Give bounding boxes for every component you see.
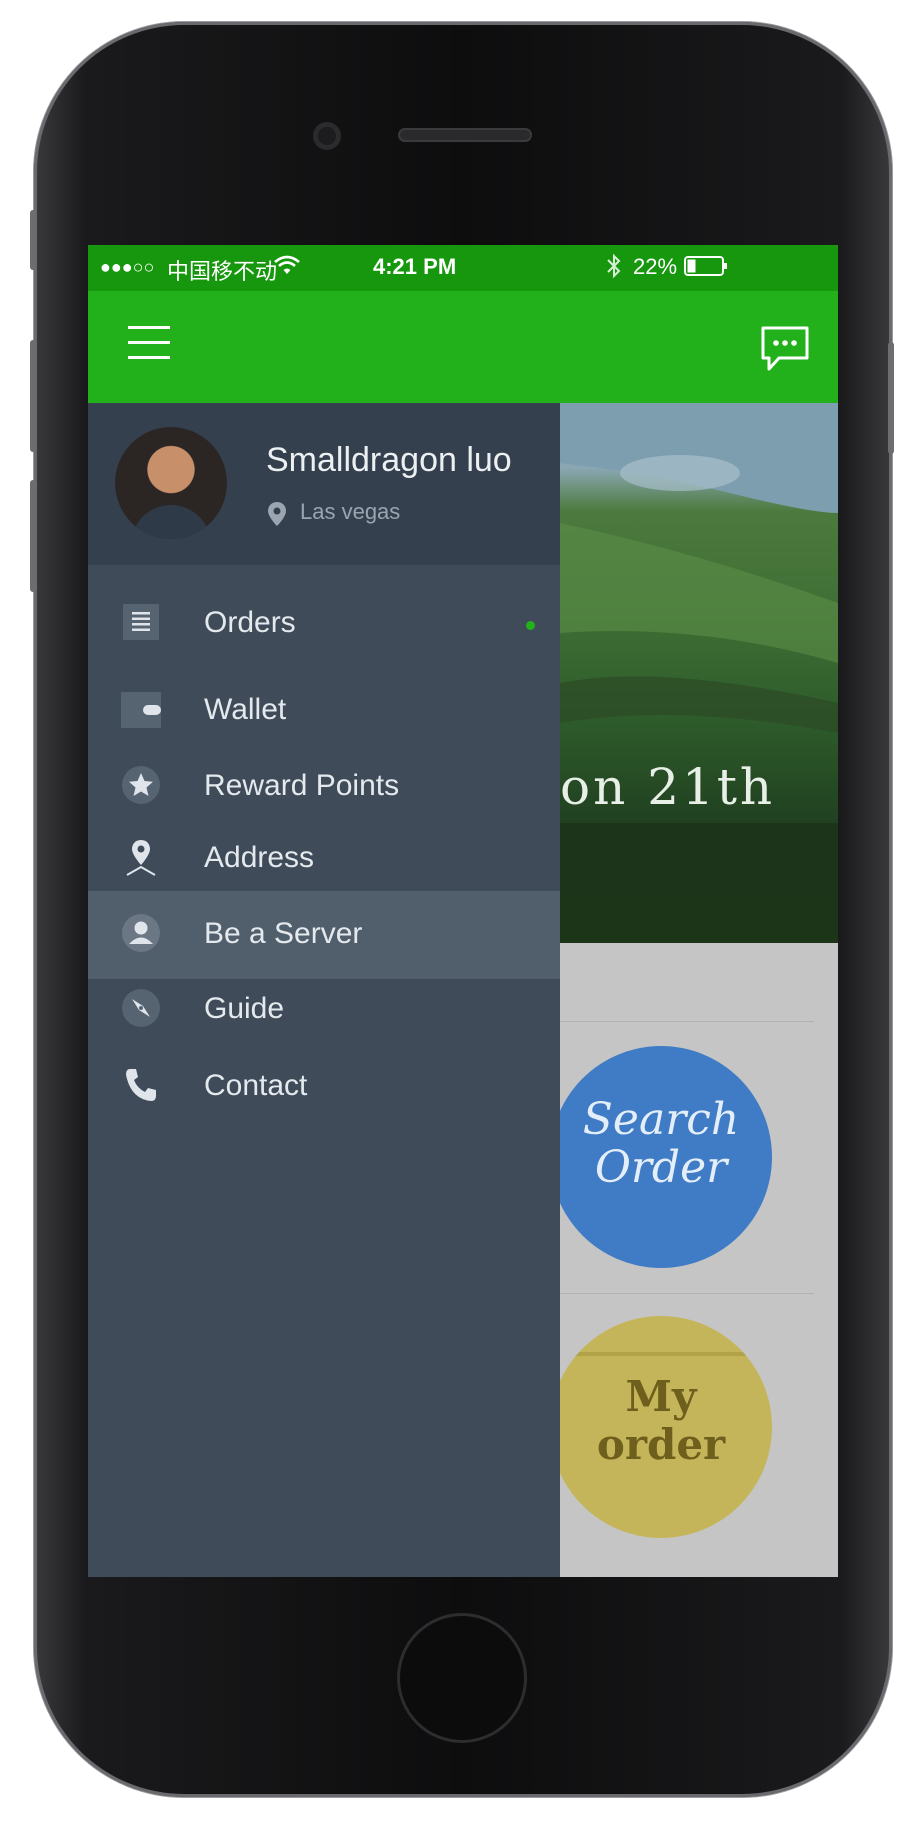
star-icon — [121, 765, 161, 805]
screen: ●●●○○ 中国移不动 4:21 PM 22% on 21th Search O… — [88, 245, 838, 1577]
profile-name: Smalldragon luo — [266, 441, 512, 479]
location-pin-icon — [266, 501, 288, 527]
hamburger-menu-icon[interactable] — [128, 326, 170, 360]
menu-item-address[interactable]: Address — [88, 815, 560, 903]
location-pin-icon — [121, 837, 161, 877]
profile-location: Las vegas — [300, 499, 401, 524]
carrier-name: 中国移不动 — [167, 259, 278, 284]
user-icon — [121, 913, 161, 953]
bluetooth-icon — [606, 253, 622, 285]
volume-down-button — [30, 480, 36, 592]
clock: 4:21 PM — [373, 254, 457, 279]
search-order-button[interactable]: Search Order — [550, 1046, 772, 1268]
menu-item-label: Orders — [204, 606, 296, 639]
hero-text: on 21th — [560, 758, 776, 816]
divider — [560, 1293, 814, 1294]
earpiece-speaker — [398, 128, 532, 142]
search-order-line2: Order — [594, 1142, 728, 1193]
volume-up-button — [30, 340, 36, 452]
menu-item-label: Wallet — [204, 693, 287, 726]
menu-item-contact[interactable]: Contact — [88, 1043, 560, 1131]
compass-icon — [121, 988, 161, 1028]
my-order-line1: My — [625, 1372, 697, 1421]
signal-strength: ●●●○○ — [100, 257, 155, 277]
profile-header[interactable]: Smalldragon luo Las vegas — [88, 403, 560, 565]
menu-item-label: Be a Server — [204, 917, 363, 950]
status-bar: ●●●○○ 中国移不动 4:21 PM 22% — [88, 245, 838, 291]
power-button — [888, 342, 894, 454]
wifi-icon — [274, 255, 300, 283]
search-order-line1: Search — [582, 1094, 740, 1145]
menu-item-label: Guide — [204, 992, 285, 1025]
menu-item-label: Contact — [204, 1069, 308, 1102]
notification-dot — [526, 621, 535, 630]
home-content: Search Order My order — [550, 943, 838, 1577]
mute-switch — [30, 210, 36, 270]
menu-item-wallet[interactable]: Wallet — [88, 667, 560, 755]
wallet-icon — [121, 689, 161, 729]
menu-item-label: Address — [204, 841, 315, 874]
front-camera — [313, 122, 341, 150]
menu-item-label: Reward Points — [204, 769, 400, 802]
menu-item-guide[interactable]: Guide — [88, 966, 560, 1054]
battery-icon — [684, 255, 728, 283]
decorative-band — [550, 1352, 772, 1356]
my-order-button[interactable]: My order — [550, 1316, 772, 1538]
my-order-line2: order — [596, 1420, 726, 1469]
app-bar — [88, 291, 838, 403]
chat-bubble-icon[interactable] — [760, 325, 810, 373]
battery-percent: 22% — [633, 254, 678, 279]
avatar[interactable] — [115, 427, 227, 539]
divider — [560, 1021, 814, 1022]
navigation-drawer: Smalldragon luo Las vegas Orders Wallet — [88, 403, 560, 1577]
orders-list-icon — [121, 602, 161, 642]
home-button[interactable] — [397, 1613, 527, 1743]
menu-item-orders[interactable]: Orders — [88, 580, 560, 668]
phone-icon — [121, 1065, 161, 1105]
hero-banner-image: on 21th — [560, 403, 838, 943]
